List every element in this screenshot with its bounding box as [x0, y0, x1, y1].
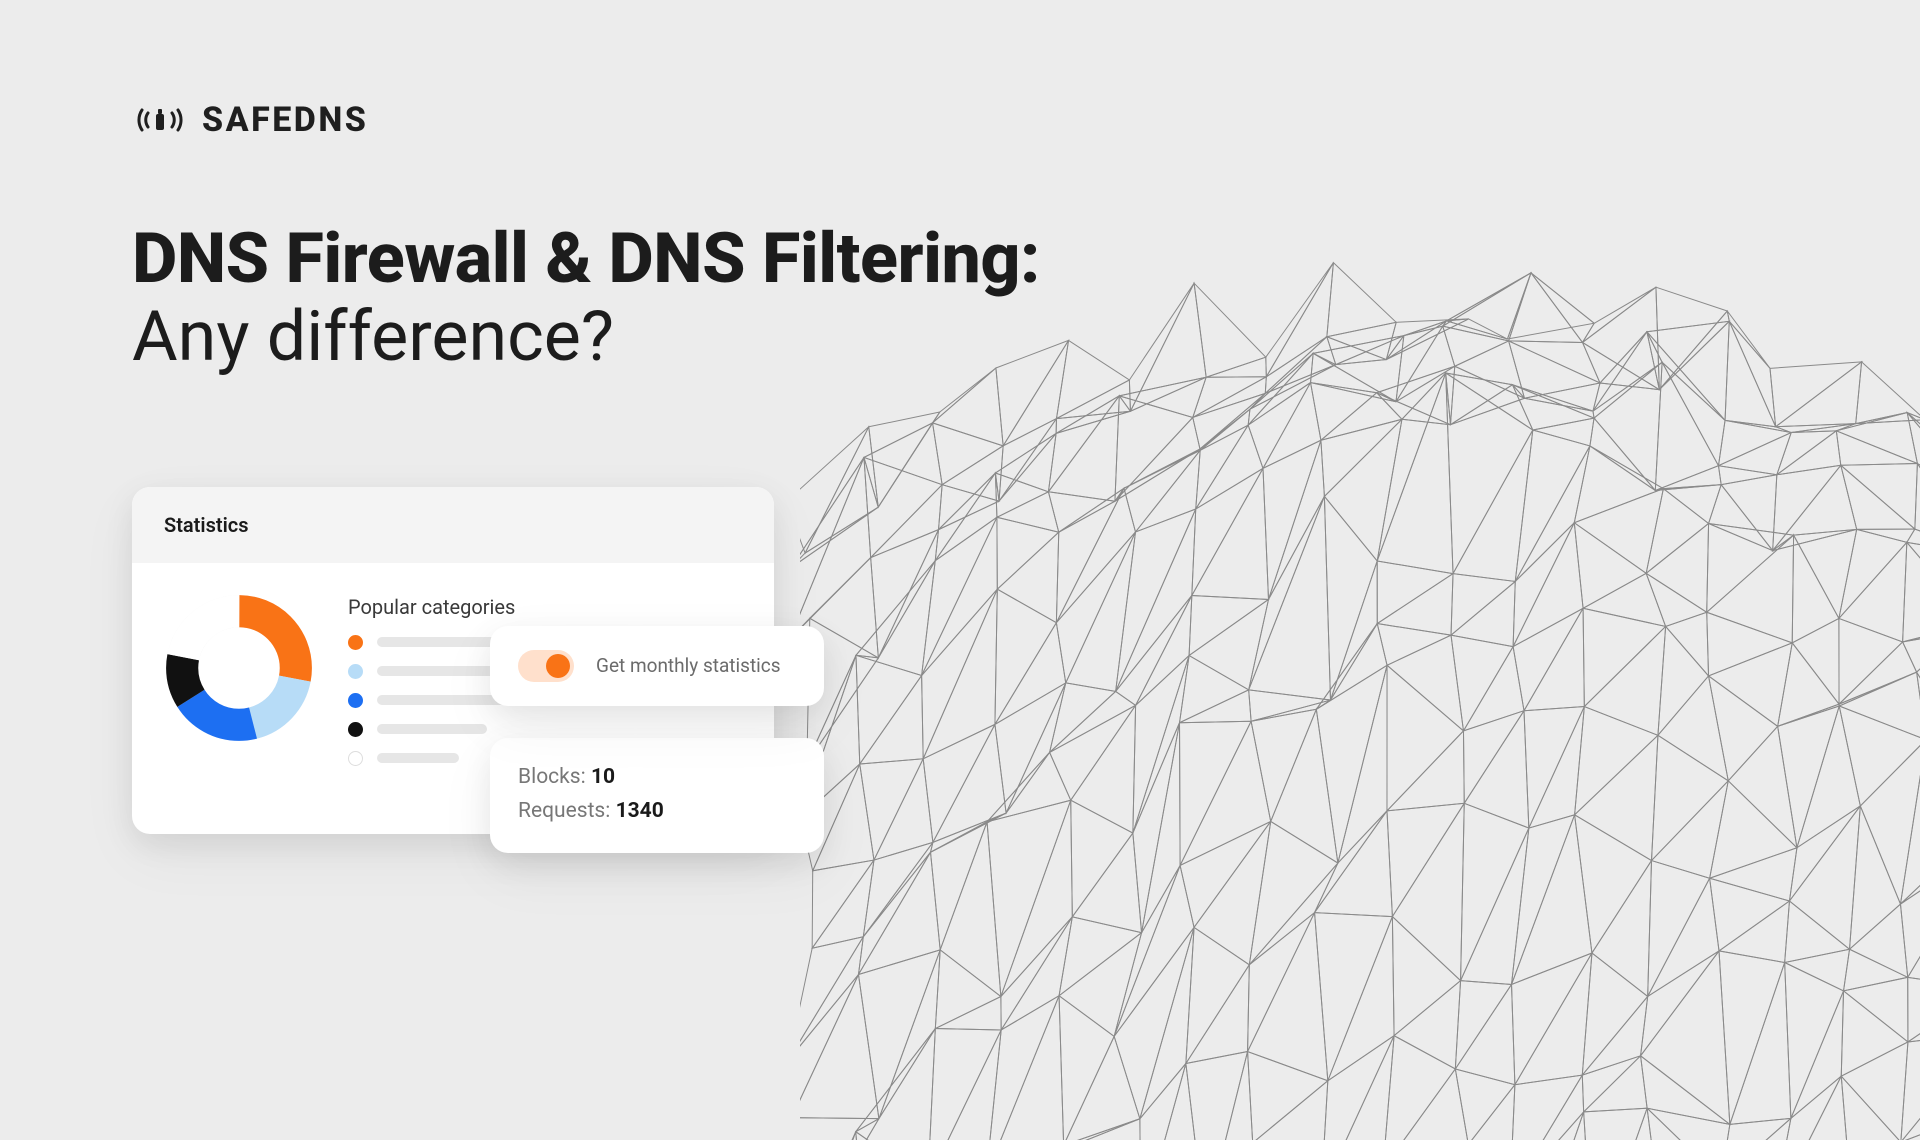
monthly-stats-label: Get monthly statistics	[596, 654, 781, 677]
monthly-stats-card: Get monthly statistics	[490, 626, 824, 706]
requests-value: 1340	[616, 799, 664, 823]
blocks-label: Blocks:	[518, 765, 586, 789]
monthly-stats-toggle[interactable]	[518, 650, 574, 682]
counts-card: Blocks: 10 Requests: 1340	[490, 738, 824, 853]
requests-row: Requests: 1340	[518, 794, 796, 829]
blocks-value: 10	[591, 765, 615, 789]
legend-bar	[377, 666, 497, 676]
legend-bar	[377, 753, 459, 763]
headline-bold: DNS Firewall & DNS Filtering:	[132, 220, 1920, 298]
headline-light: Any difference?	[132, 298, 1920, 376]
legend-dot-icon	[348, 635, 363, 650]
brand-icon	[132, 102, 188, 138]
legend-dot-icon	[348, 664, 363, 679]
legend-title: Popular categories	[348, 595, 742, 619]
legend-dot-icon	[348, 722, 363, 737]
requests-label: Requests:	[518, 799, 610, 823]
legend-dot-icon	[348, 751, 363, 766]
legend-dot-icon	[348, 693, 363, 708]
legend-bar	[377, 724, 487, 734]
brand-name: SAFEDNS	[202, 100, 368, 140]
toggle-knob-icon	[546, 654, 570, 678]
donut-chart	[164, 593, 314, 743]
brand-logo: SAFEDNS	[132, 100, 1920, 140]
blocks-row: Blocks: 10	[518, 760, 796, 795]
statistics-title: Statistics	[132, 487, 774, 563]
legend-row	[348, 722, 742, 737]
page-title: DNS Firewall & DNS Filtering: Any differ…	[132, 220, 1920, 377]
